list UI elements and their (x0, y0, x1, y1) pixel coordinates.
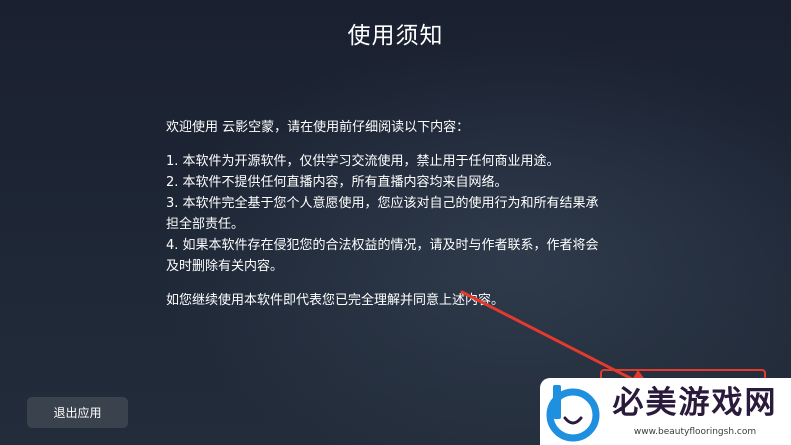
notice-item-line: 及时删除有关内容。 (166, 259, 284, 274)
notice-item-1: 1. 本软件为开源软件，仅供学习交流使用，禁止用于任何商业用途。 (166, 151, 636, 172)
page-title: 使用须知 (347, 23, 444, 49)
notice-item-line: 4. 如果本软件存在侵犯您的合法权益的情况，请及时与作者联系，作者将会 (166, 238, 599, 253)
notice-intro: 欢迎使用 云影空蒙，请在使用前仔细阅读以下内容： (166, 120, 470, 135)
watermark-url: www.beautyflooringsh.com (633, 427, 757, 437)
notice-item-line: 担全部责任。 (166, 217, 245, 232)
notice-item-line: 3. 本软件完全基于您个人意愿使用，您应该对自己的使用行为和所有结果承 (166, 196, 599, 211)
notice-item-2: 2. 本软件不提供任何直播内容，所有直播内容均来自网络。 (166, 172, 636, 193)
notice-item-3: 3. 本软件完全基于您个人意愿使用，您应该对自己的使用行为和所有结果承 担全部责… (166, 193, 636, 235)
notice-item-4: 4. 如果本软件存在侵犯您的合法权益的情况，请及时与作者联系，作者将会 及时删除… (166, 235, 636, 277)
notice-footer: 如您继续使用本软件即代表您已完全理解并同意上述内容。 (166, 293, 505, 308)
notice-item-line: 1. 本软件为开源软件，仅供学习交流使用，禁止用于任何商业用途。 (166, 154, 560, 169)
notice-item-line: 2. 本软件不提供任何直播内容，所有直播内容均来自网络。 (166, 175, 508, 190)
watermark-logo-icon (546, 385, 600, 442)
watermark-text: 必美游戏网 (612, 385, 778, 421)
notice-content: 欢迎使用 云影空蒙，请在使用前仔细阅读以下内容： 1. 本软件为开源软件，仅供学… (166, 117, 636, 311)
screen: 使用须知 欢迎使用 云影空蒙，请在使用前仔细阅读以下内容： 1. 本软件为开源软… (0, 0, 791, 445)
exit-app-button[interactable]: 退出应用 (27, 397, 128, 428)
watermark: 必美游戏网 www.beautyflooringsh.com (540, 378, 791, 445)
